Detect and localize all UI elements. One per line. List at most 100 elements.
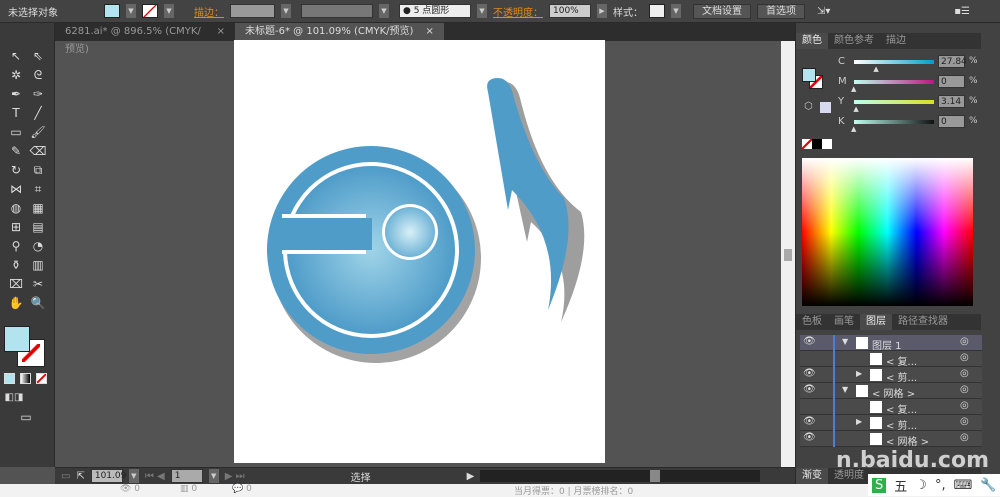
- eye-icon[interactable]: 👁: [803, 416, 816, 427]
- last-artboard-icon[interactable]: ▶ ⏭: [225, 471, 245, 482]
- channel-slider[interactable]: ▲: [854, 60, 934, 73]
- artboard[interactable]: [234, 40, 605, 463]
- expand-toggle-icon[interactable]: ▼: [842, 385, 848, 394]
- variable-width-select[interactable]: [301, 4, 373, 18]
- color-spectrum[interactable]: [802, 158, 973, 306]
- shape-builder-icon[interactable]: ◍: [6, 199, 26, 217]
- tab-swatches[interactable]: 色板: [796, 314, 828, 330]
- gamut-swatch[interactable]: [820, 102, 831, 113]
- tab-gradient[interactable]: 渐变: [796, 468, 828, 484]
- white-swatch[interactable]: [822, 139, 832, 149]
- fill-dropdown[interactable]: ▼: [126, 4, 136, 18]
- layer-name[interactable]: < 复...: [886, 401, 917, 416]
- target-icon[interactable]: ◎: [960, 400, 969, 411]
- target-icon[interactable]: ◎: [960, 368, 969, 379]
- type-tool-icon[interactable]: T: [6, 104, 26, 122]
- screen-mode-icon[interactable]: ▭: [16, 408, 36, 426]
- eye-icon[interactable]: 👁: [803, 384, 816, 395]
- channel-slider[interactable]: ▲: [851, 120, 934, 133]
- channel-slider[interactable]: ▲: [851, 80, 934, 93]
- tab-6281[interactable]: 6281.ai* @ 896.5% (CMYK/预览) ×: [55, 23, 235, 55]
- eyedropper-icon[interactable]: ⚲: [6, 237, 26, 255]
- style-swatch[interactable]: [649, 4, 665, 18]
- panel-menu-icon[interactable]: ▪☰: [954, 6, 970, 17]
- curvature-icon[interactable]: ✑: [28, 85, 48, 103]
- layer-row[interactable]: 👁 < 网格 > ◎: [800, 431, 982, 448]
- layer-row[interactable]: < 复... ◎: [800, 399, 982, 416]
- tab-stroke[interactable]: 描边: [880, 33, 912, 49]
- eye-icon[interactable]: 👁: [803, 432, 816, 443]
- magic-wand-icon[interactable]: ✲: [6, 66, 26, 84]
- pen-tool-icon[interactable]: ✒: [6, 85, 26, 103]
- channel-value[interactable]: 3.14: [938, 95, 965, 108]
- artboard-dropdown[interactable]: ▼: [208, 469, 219, 483]
- eye-icon[interactable]: 👁: [803, 368, 816, 379]
- tab-layers[interactable]: 图层: [860, 314, 892, 330]
- layer-name[interactable]: < 剪...: [886, 417, 917, 432]
- direct-selection-tool-icon[interactable]: ⇖: [28, 47, 48, 65]
- layer-row[interactable]: 👁 ▼ < 网格 > ◎: [800, 383, 982, 400]
- status-menu-icon[interactable]: ▶: [467, 471, 475, 482]
- brush-dropdown[interactable]: ▼: [477, 4, 487, 18]
- layer-row[interactable]: 👁 ▼ 图层 1 ◎: [800, 335, 982, 352]
- wrench-icon[interactable]: 🔧: [980, 478, 996, 493]
- brush-select[interactable]: ● 5 点圆形: [399, 4, 471, 18]
- eraser-icon[interactable]: ⌫: [28, 142, 48, 160]
- layer-row[interactable]: 👁 ▶ < 剪... ◎: [800, 415, 982, 432]
- horizontal-scrollbar[interactable]: [480, 470, 761, 482]
- zoom-dropdown[interactable]: ▼: [128, 469, 139, 483]
- keyboard-icon[interactable]: ⌨: [954, 478, 973, 493]
- tab-color[interactable]: 颜色: [796, 33, 828, 49]
- layer-row[interactable]: 👁 ▶ < 剪... ◎: [800, 367, 982, 384]
- moon-icon[interactable]: ☽: [915, 478, 927, 493]
- channel-value[interactable]: 0: [938, 75, 965, 88]
- channel-value[interactable]: 0: [938, 115, 965, 128]
- draw-mode-icon[interactable]: ◧◨: [4, 389, 24, 407]
- target-icon[interactable]: ◎: [960, 384, 969, 395]
- perspective-icon[interactable]: ▦: [28, 199, 48, 217]
- tab-untitled-6[interactable]: 未标题-6* @ 101.09% (CMYK/预览) ×: [235, 23, 444, 41]
- stroke-label[interactable]: 描边：: [194, 4, 224, 19]
- opacity-input[interactable]: 100%: [549, 4, 591, 18]
- preferences-button[interactable]: 首选项: [757, 3, 805, 19]
- vertical-scrollbar[interactable]: [781, 41, 795, 467]
- document-setup-button[interactable]: 文档设置: [693, 3, 751, 19]
- scale-icon[interactable]: ⧉: [28, 161, 48, 179]
- stroke-swatch[interactable]: [142, 4, 158, 18]
- free-transform-icon[interactable]: ⌗: [28, 180, 48, 198]
- opacity-dropdown[interactable]: ▶: [597, 4, 607, 18]
- close-icon[interactable]: ×: [217, 23, 225, 41]
- rectangle-tool-icon[interactable]: ▭: [6, 123, 26, 141]
- target-icon[interactable]: ◎: [960, 416, 969, 427]
- tab-transparency[interactable]: 透明度: [828, 468, 870, 484]
- black-swatch[interactable]: [812, 139, 822, 149]
- width-tool-icon[interactable]: ⋈: [6, 180, 26, 198]
- ime-mode[interactable]: 五: [894, 476, 907, 495]
- color-mode-icon[interactable]: [4, 373, 15, 384]
- layer-name[interactable]: < 复...: [886, 353, 917, 368]
- share-icon[interactable]: ⇱: [76, 471, 84, 482]
- fill-color-box[interactable]: [4, 326, 30, 352]
- slider-thumb[interactable]: ▲: [851, 125, 856, 133]
- slider-thumb[interactable]: ▲: [851, 85, 856, 93]
- slice-icon[interactable]: ✂: [28, 275, 48, 293]
- slider-thumb[interactable]: ▲: [873, 65, 878, 73]
- gradient-icon[interactable]: ▤: [28, 218, 48, 236]
- stroke-dropdown[interactable]: ▼: [164, 4, 174, 18]
- zoom-icon[interactable]: 🔍: [28, 294, 48, 312]
- gradient-mode-icon[interactable]: [20, 373, 31, 384]
- fill-swatch[interactable]: [104, 4, 120, 18]
- none-swatch[interactable]: [802, 139, 812, 149]
- channel-slider[interactable]: ▲: [853, 100, 934, 113]
- h-scroll-thumb[interactable]: [650, 470, 661, 482]
- mesh-icon[interactable]: ⊞: [6, 218, 26, 236]
- style-dropdown[interactable]: ▼: [671, 4, 681, 18]
- ime-toolbar[interactable]: S 五 ☽ °, ⌨ 🔧: [868, 474, 1000, 496]
- expand-toggle-icon[interactable]: ▶: [856, 417, 862, 426]
- status-icon[interactable]: ▭: [61, 471, 70, 482]
- layer-name[interactable]: 图层 1: [872, 337, 902, 352]
- first-artboard-icon[interactable]: ⏮ ◀: [145, 471, 165, 482]
- pencil-icon[interactable]: ✎: [6, 142, 26, 160]
- close-icon[interactable]: ×: [425, 23, 433, 41]
- rotate-icon[interactable]: ↻: [6, 161, 26, 179]
